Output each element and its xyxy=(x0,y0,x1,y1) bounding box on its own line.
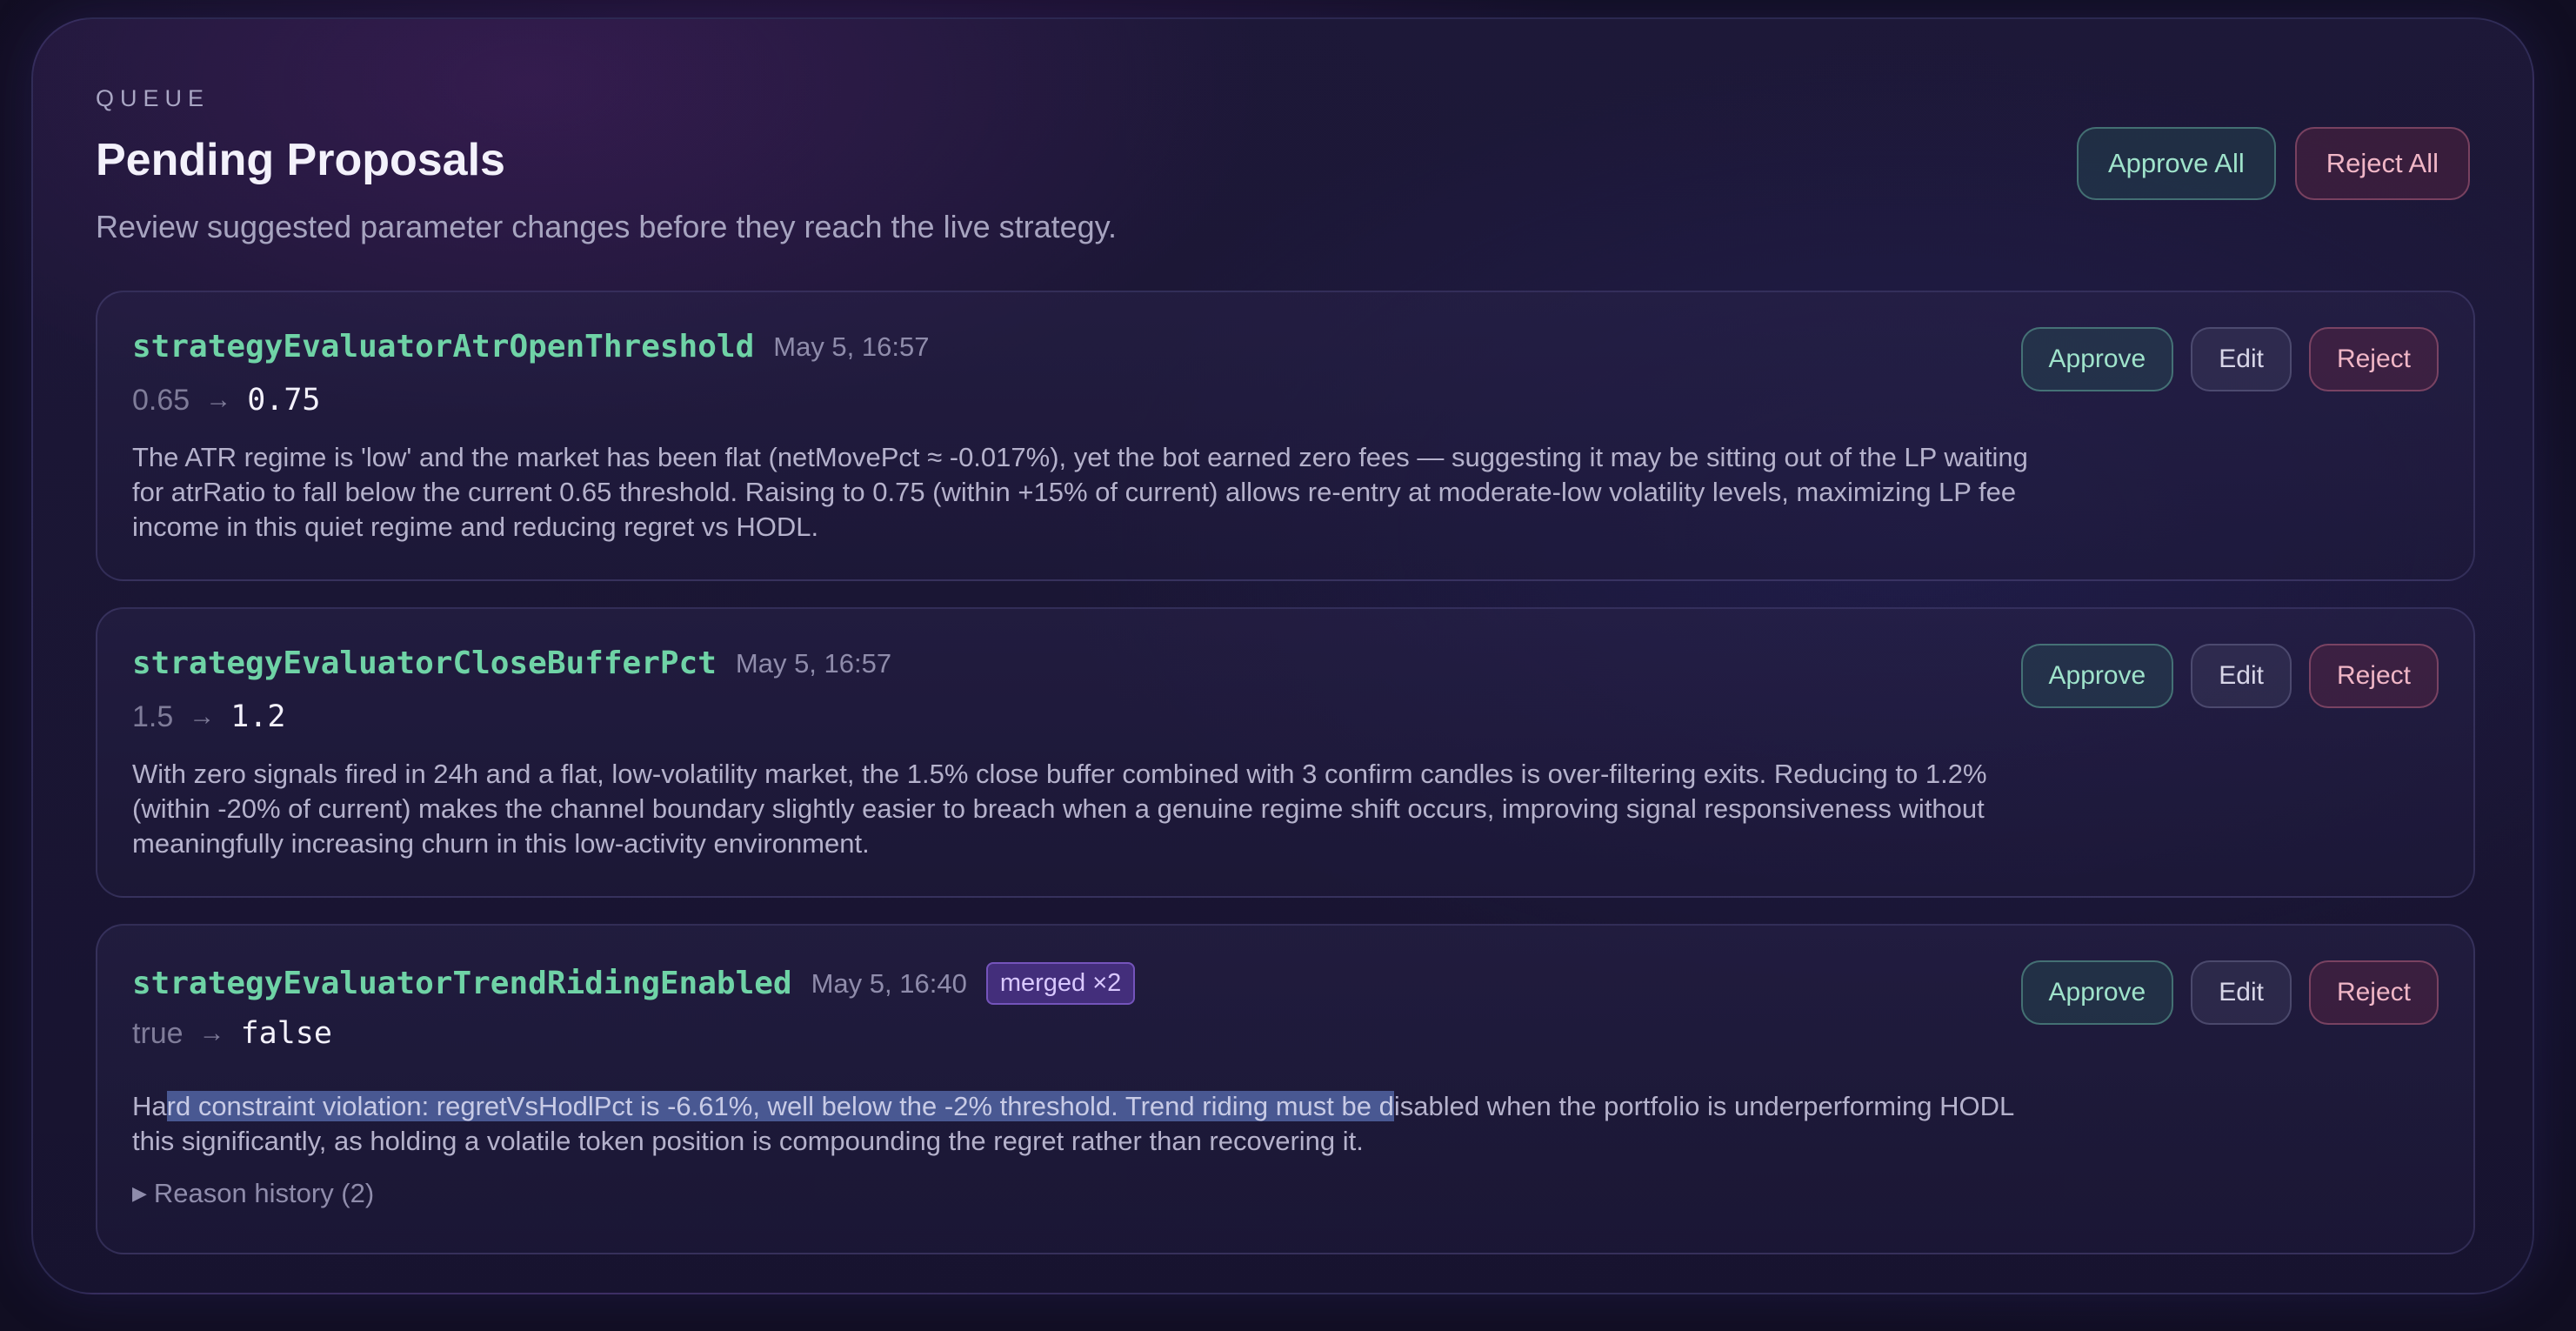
new-value: false xyxy=(240,1016,332,1051)
new-value: 1.2 xyxy=(230,699,286,734)
page-subtitle: Review suggested parameter changes befor… xyxy=(96,209,1117,244)
value-change: 0.65 → 0.75 xyxy=(132,383,320,418)
arrow-right-icon: → xyxy=(205,385,232,414)
reason-text: Ha xyxy=(132,1091,167,1121)
proposal-actions: Approve Edit Reject xyxy=(2020,327,2439,391)
proposal-reason[interactable]: Hard constraint violation: regretVsHodlP… xyxy=(132,1089,2045,1159)
approve-button[interactable]: Approve xyxy=(2020,960,2174,1025)
proposal-card: strategyEvaluatorCloseBufferPct May 5, 1… xyxy=(96,607,2475,898)
reject-button[interactable]: Reject xyxy=(2308,960,2439,1025)
old-value: 1.5 xyxy=(132,699,174,733)
reject-all-button[interactable]: Reject All xyxy=(2294,127,2470,200)
proposal-timestamp: May 5, 16:57 xyxy=(773,331,930,362)
caret-right-icon: ▶ xyxy=(132,1182,147,1204)
proposal-actions: Approve Edit Reject xyxy=(2020,960,2439,1025)
value-change: 1.5 → 1.2 xyxy=(132,699,285,734)
proposal-card: strategyEvaluatorAtrOpenThreshold May 5,… xyxy=(96,291,2475,581)
parameter-name: strategyEvaluatorAtrOpenThreshold xyxy=(132,329,755,365)
proposal-card: strategyEvaluatorTrendRidingEnabled May … xyxy=(96,924,2475,1254)
arrow-right-icon: → xyxy=(198,1019,225,1047)
reason-history-toggle[interactable]: ▶ Reason history (2) xyxy=(132,1178,374,1209)
old-value: 0.65 xyxy=(132,383,190,417)
new-value: 0.75 xyxy=(247,383,321,418)
selected-text: rd constraint violation: regretVsHodlPct… xyxy=(166,1091,1394,1121)
reason-history-label: Reason history (2) xyxy=(153,1178,375,1208)
parameter-name: strategyEvaluatorCloseBufferPct xyxy=(132,645,717,681)
merged-badge: merged ×2 xyxy=(985,962,1136,1005)
old-value: true xyxy=(132,1016,184,1050)
proposal-header: strategyEvaluatorCloseBufferPct May 5, 1… xyxy=(132,645,891,681)
proposal-reason: The ATR regime is 'low' and the market h… xyxy=(132,442,2028,542)
value-change: true → false xyxy=(132,1016,332,1051)
page-title: Pending Proposals xyxy=(96,135,505,185)
arrow-right-icon: → xyxy=(189,702,216,731)
reject-button[interactable]: Reject xyxy=(2308,327,2439,391)
bulk-actions: Approve All Reject All xyxy=(2076,127,2470,200)
approve-button[interactable]: Approve xyxy=(2020,644,2174,708)
reject-button[interactable]: Reject xyxy=(2308,644,2439,708)
approve-button[interactable]: Approve xyxy=(2020,327,2174,391)
edit-button[interactable]: Edit xyxy=(2191,327,2292,391)
pending-proposals-panel: QUEUE Pending Proposals Review suggested… xyxy=(31,17,2534,1294)
proposal-reason: With zero signals fired in 24h and a fla… xyxy=(132,759,1987,859)
proposal-actions: Approve Edit Reject xyxy=(2020,644,2439,708)
proposal-header: strategyEvaluatorAtrOpenThreshold May 5,… xyxy=(132,329,929,365)
proposal-header: strategyEvaluatorTrendRidingEnabled May … xyxy=(132,962,1136,1005)
proposal-timestamp: May 5, 16:57 xyxy=(735,647,892,679)
parameter-name: strategyEvaluatorTrendRidingEnabled xyxy=(132,966,792,1001)
approve-all-button[interactable]: Approve All xyxy=(2076,127,2276,200)
edit-button[interactable]: Edit xyxy=(2191,960,2292,1025)
section-eyebrow: QUEUE xyxy=(96,85,210,111)
edit-button[interactable]: Edit xyxy=(2191,644,2292,708)
proposal-timestamp: May 5, 16:40 xyxy=(811,967,967,999)
